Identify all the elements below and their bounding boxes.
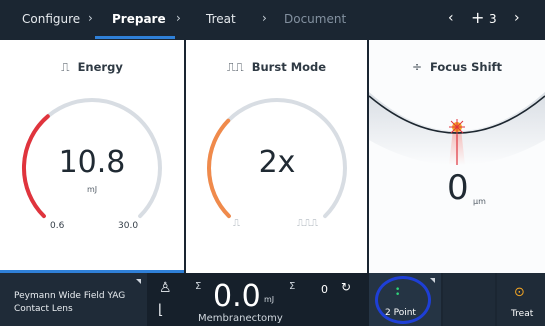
focus-diagram bbox=[369, 92, 545, 165]
active-step-indicator bbox=[95, 36, 175, 39]
energy-unit: mJ bbox=[87, 185, 98, 194]
target-icon: ⊙ bbox=[514, 285, 525, 300]
burst-value: 2x bbox=[258, 145, 296, 180]
laser-spot-icon bbox=[449, 119, 465, 135]
dropdown-corner-icon bbox=[430, 278, 435, 283]
two-point-pattern-icon: • • bbox=[395, 285, 401, 300]
energy-panel[interactable]: ⎍ Energy 10.8 mJ 0.6 30.0 bbox=[0, 40, 184, 273]
bottom-toolbar: Peymann Wide Field YAG Contact Lens ♙ ⌊ … bbox=[0, 273, 545, 326]
sigma-icon: Σ bbox=[289, 281, 296, 292]
energy-min: 0.6 bbox=[50, 221, 65, 231]
total-energy-unit: mJ bbox=[264, 295, 275, 304]
contact-lens-button[interactable]: Peymann Wide Field YAG Contact Lens bbox=[0, 273, 147, 326]
energy-max: 30.0 bbox=[118, 221, 139, 231]
crosshair-icon: + bbox=[471, 8, 485, 27]
treat-button[interactable]: ⊙ Treat bbox=[497, 273, 545, 326]
step-configure[interactable]: Configure bbox=[22, 12, 80, 26]
chevron-right-icon[interactable]: › bbox=[514, 10, 520, 26]
focus-shift-unit: µm bbox=[473, 197, 486, 206]
empty-slot-button[interactable] bbox=[443, 273, 495, 326]
burst-mode-panel[interactable]: ⎍⎍ Burst Mode 2x ⎍ ⎍⎍⎍ bbox=[186, 40, 367, 273]
reset-counter-icon[interactable]: ↻ bbox=[341, 280, 351, 294]
chevron-right-icon: › bbox=[88, 11, 93, 25]
patient-position-icon[interactable]: ♙ bbox=[159, 280, 172, 296]
total-energy-value: 0.0 bbox=[213, 279, 261, 314]
energy-gauge-fill bbox=[21, 114, 50, 219]
pattern-label: 2 Point bbox=[385, 308, 416, 318]
focus-shift-panel[interactable]: ÷ Focus Shift 0 µm bbox=[369, 40, 545, 273]
foot-switch-icon[interactable]: ⌊ bbox=[158, 302, 163, 318]
focus-shift-value: 0 bbox=[447, 168, 469, 208]
energy-value: 10.8 bbox=[58, 145, 126, 180]
single-pulse-icon: ⎍ bbox=[233, 218, 240, 229]
burst-gauge-fill bbox=[207, 118, 231, 219]
pattern-button[interactable]: • • 2 Point bbox=[369, 273, 441, 326]
step-prepare[interactable]: Prepare bbox=[112, 12, 166, 26]
step-document[interactable]: Document bbox=[284, 12, 346, 26]
multi-pulse-icon: ⎍⎍⎍ bbox=[297, 218, 318, 229]
procedure-name: Membranectomy bbox=[198, 313, 283, 324]
top-navigation-bar: Configure › Prepare › Treat › Document ‹… bbox=[0, 0, 545, 40]
step-treat[interactable]: Treat bbox=[206, 12, 236, 26]
dropdown-corner-icon bbox=[136, 279, 141, 284]
chevron-left-icon[interactable]: ‹ bbox=[448, 10, 454, 26]
sigma-icon: Σ bbox=[195, 281, 202, 292]
treat-label: Treat bbox=[511, 309, 534, 319]
chevron-right-icon: › bbox=[262, 11, 267, 25]
shot-count: 0 bbox=[321, 283, 328, 296]
spot-count: 3 bbox=[489, 12, 497, 26]
lens-type: Contact Lens bbox=[14, 304, 73, 314]
chevron-right-icon: › bbox=[176, 11, 181, 25]
lens-name: Peymann Wide Field YAG bbox=[14, 291, 126, 301]
